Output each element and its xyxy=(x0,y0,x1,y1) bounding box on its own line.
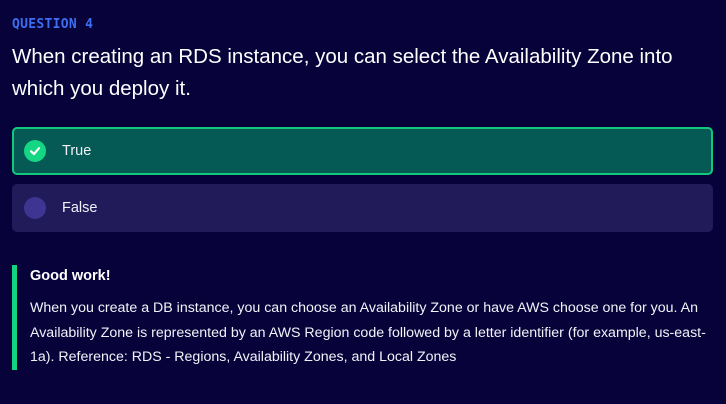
feedback-body: When you create a DB instance, you can c… xyxy=(30,300,706,365)
option-true[interactable]: True xyxy=(12,127,713,175)
radio-empty-icon xyxy=(24,197,46,219)
feedback-title: Good work! xyxy=(30,268,111,284)
check-circle-icon xyxy=(24,140,46,162)
question-text: When creating an RDS instance, you can s… xyxy=(12,45,673,100)
feedback-panel: Good work! When you create a DB instance… xyxy=(12,265,712,370)
option-false[interactable]: False xyxy=(12,184,713,232)
option-label: True xyxy=(62,143,92,159)
question-number: QUESTION 4 xyxy=(12,17,94,32)
option-label: False xyxy=(62,200,98,216)
